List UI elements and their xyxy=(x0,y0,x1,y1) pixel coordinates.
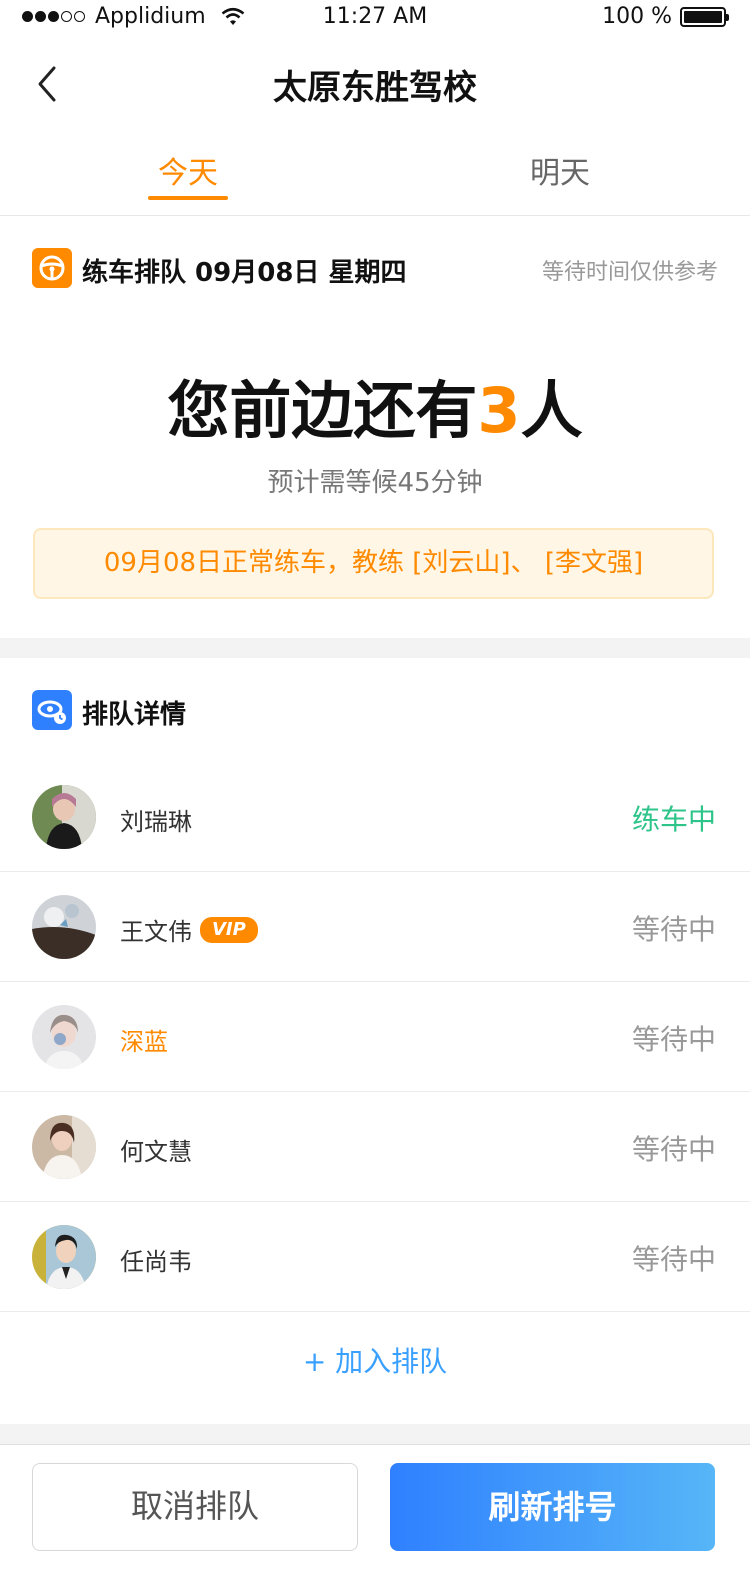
people-ahead: 您前边还有3人 xyxy=(0,360,750,450)
queue-header: 练车排队 09月08日 星期四 等待时间仅供参考 xyxy=(32,248,718,288)
status-right: 100 % xyxy=(602,4,729,29)
member-name: 任尚韦 xyxy=(120,1248,192,1276)
list-item[interactable]: 王文伟 VIP 等待中 xyxy=(0,872,750,982)
battery-percent: 100 % xyxy=(602,4,672,29)
member-name: 何文慧 xyxy=(120,1138,192,1166)
estimated-wait: 预计需等候45分钟 xyxy=(267,468,483,498)
people-ahead-count: 3 xyxy=(477,374,521,447)
avatar xyxy=(32,1115,96,1179)
list-item[interactable]: 刘瑞琳 练车中 xyxy=(0,762,750,872)
queue-list: 刘瑞琳 练车中 王文伟 VIP 等待中 深蓝 等待中 何文慧 等待中 任尚韦 等… xyxy=(0,762,750,1312)
list-item[interactable]: 任尚韦 等待中 xyxy=(0,1202,750,1312)
section-divider xyxy=(0,638,750,658)
member-status: 等待中 xyxy=(631,1243,716,1276)
tab-tomorrow[interactable]: 明天 xyxy=(520,148,600,192)
cancel-queue-button[interactable]: 取消排队 xyxy=(32,1463,358,1551)
tab-today[interactable]: 今天 xyxy=(148,148,228,192)
member-status: 等待中 xyxy=(631,913,716,946)
details-title: 排队详情 xyxy=(82,700,187,730)
queue-details-icon xyxy=(32,690,72,730)
avatar xyxy=(32,895,96,959)
vip-badge: VIP xyxy=(200,916,258,943)
avatar xyxy=(32,785,96,849)
list-item[interactable]: 何文慧 等待中 xyxy=(0,1092,750,1202)
battery-icon xyxy=(680,6,729,27)
member-status: 练车中 xyxy=(631,803,716,836)
practice-notice: 09月08日正常练车，教练 [刘云山]、 [李文强] xyxy=(33,528,714,599)
member-name: 王文伟 VIP xyxy=(120,912,258,947)
people-ahead-prefix: 您前边还有 xyxy=(167,374,478,447)
member-name: 深蓝 xyxy=(120,1028,168,1056)
join-queue-link[interactable]: + 加入排队 xyxy=(0,1340,750,1380)
member-name: 刘瑞琳 xyxy=(120,808,192,836)
bottom-bar: 取消排队 刷新排号 xyxy=(0,1444,750,1575)
avatar xyxy=(32,1005,96,1069)
day-tabs: 今天 明天 xyxy=(0,132,750,216)
status-bar: Applidium 11:27 AM 100 % xyxy=(0,0,750,36)
steering-wheel-icon xyxy=(32,248,72,288)
list-item[interactable]: 深蓝 等待中 xyxy=(0,982,750,1092)
people-ahead-suffix: 人 xyxy=(520,374,583,447)
wait-time-note: 等待时间仅供参考 xyxy=(541,260,718,285)
tab-indicator xyxy=(148,196,228,200)
queue-title: 练车排队 09月08日 星期四 xyxy=(82,258,407,288)
nav-bar: 太原东胜驾校 xyxy=(0,36,750,132)
member-status: 等待中 xyxy=(631,1023,716,1056)
refresh-number-button[interactable]: 刷新排号 xyxy=(390,1463,715,1551)
page-title: 太原东胜驾校 xyxy=(273,68,477,108)
section-divider xyxy=(0,1424,750,1444)
avatar xyxy=(32,1225,96,1289)
member-status: 等待中 xyxy=(631,1133,716,1166)
